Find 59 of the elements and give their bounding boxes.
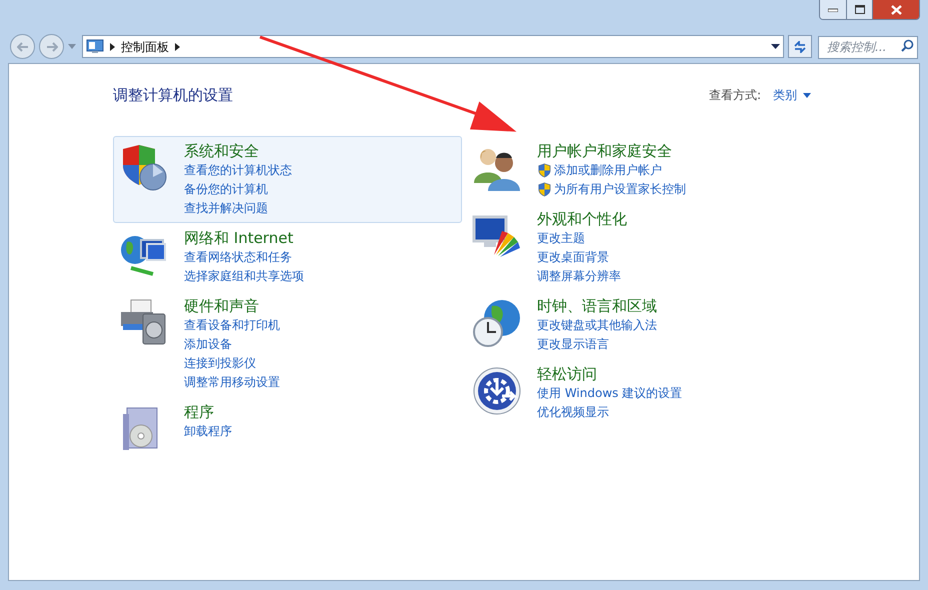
caret-icon: [803, 92, 811, 98]
breadcrumb-arrow-icon[interactable]: [175, 42, 180, 50]
breadcrumb-arrow-icon[interactable]: [110, 42, 115, 50]
dropdown-caret-icon[interactable]: [771, 44, 780, 50]
task-link[interactable]: 添加或删除用户帐户: [554, 160, 662, 180]
maximize-button[interactable]: [847, 0, 873, 19]
category-title-link[interactable]: 时钟、语言和区域: [537, 296, 657, 316]
address-bar[interactable]: 控制面板: [82, 35, 784, 58]
task-link[interactable]: 更改桌面背景: [537, 248, 609, 266]
minimize-icon: [828, 8, 838, 12]
task-link[interactable]: 优化视频显示: [537, 402, 609, 422]
task-link[interactable]: 连接到投影仪: [184, 354, 256, 372]
breadcrumb-item[interactable]: 控制面板: [121, 38, 169, 56]
task-link[interactable]: 添加设备: [184, 334, 232, 354]
category-title-link[interactable]: 程序: [184, 402, 232, 422]
search-icon: [901, 39, 914, 52]
minimize-button[interactable]: [820, 0, 847, 19]
category-title-link[interactable]: 外观和个性化: [537, 208, 627, 228]
category-title-link[interactable]: 网络和 Internet: [184, 228, 304, 248]
task-link[interactable]: 更改键盘或其他输入法: [537, 316, 657, 334]
task-link[interactable]: 查找并解决问题: [184, 198, 268, 218]
maximize-icon: [854, 5, 864, 14]
refresh-icon: [793, 40, 807, 52]
task-link[interactable]: 选择家庭组和共享选项: [184, 266, 304, 286]
view-by-label: 查看方式:: [708, 87, 761, 104]
task-link[interactable]: 卸载程序: [184, 422, 232, 440]
task-link[interactable]: 查看设备和打印机: [184, 316, 280, 334]
task-link[interactable]: 为所有用户设置家长控制: [554, 180, 686, 198]
task-link[interactable]: 更改显示语言: [537, 334, 609, 354]
category-title-link[interactable]: 硬件和声音: [184, 296, 280, 316]
page-heading: 调整计算机的设置: [113, 85, 233, 106]
accessibility-icon: [472, 366, 522, 416]
close-icon: [890, 4, 902, 14]
category-panel-highlighted[interactable]: 系统和安全 查看您的计算机状态 备份您的计算机 查找并解决问题: [113, 136, 462, 222]
control-panel-icon: [86, 39, 104, 54]
category-title-link[interactable]: 轻松访问: [537, 364, 682, 384]
category-panel[interactable]: 程序 卸载程序: [113, 396, 462, 458]
view-by-dropdown[interactable]: 类别: [773, 86, 811, 104]
task-link[interactable]: 使用 Windows 建议的设置: [537, 384, 682, 402]
category-panel[interactable]: 硬件和声音 查看设备和打印机 添加设备 连接到投影仪 调整常用移动设置: [113, 290, 462, 396]
task-link[interactable]: 备份您的计算机: [184, 180, 268, 198]
task-link[interactable]: 查看网络状态和任务: [184, 248, 292, 266]
category-panel[interactable]: 外观和个性化 更改主题 更改桌面背景 调整屏幕分辨率: [466, 204, 815, 290]
search-field[interactable]: 搜索控制...: [818, 36, 918, 59]
refresh-button[interactable]: [788, 35, 812, 58]
globe-clock-icon: [472, 298, 522, 348]
category-panel[interactable]: 时钟、语言和区域 更改键盘或其他输入法 更改显示语言: [466, 290, 815, 358]
task-link[interactable]: 调整常用移动设置: [184, 372, 280, 392]
forward-arrow-icon: [46, 42, 58, 52]
category-panel[interactable]: 轻松访问 使用 Windows 建议的设置 优化视频显示: [466, 358, 815, 426]
task-link[interactable]: 查看您的计算机状态: [184, 160, 292, 180]
category-panel[interactable]: 用户帐户和家庭安全 添加或删除用户帐户 为所有用户设置家长控制: [466, 136, 815, 204]
task-link[interactable]: 更改主题: [537, 228, 585, 248]
category-panel[interactable]: 网络和 Internet 查看网络状态和任务 选择家庭组和共享选项: [113, 222, 462, 290]
category-title-link[interactable]: 用户帐户和家庭安全: [537, 140, 686, 160]
close-button[interactable]: [873, 0, 919, 19]
category-title-link[interactable]: 系统和安全: [184, 140, 292, 160]
task-link[interactable]: 调整屏幕分辨率: [537, 266, 621, 286]
back-arrow-icon: [16, 42, 28, 52]
